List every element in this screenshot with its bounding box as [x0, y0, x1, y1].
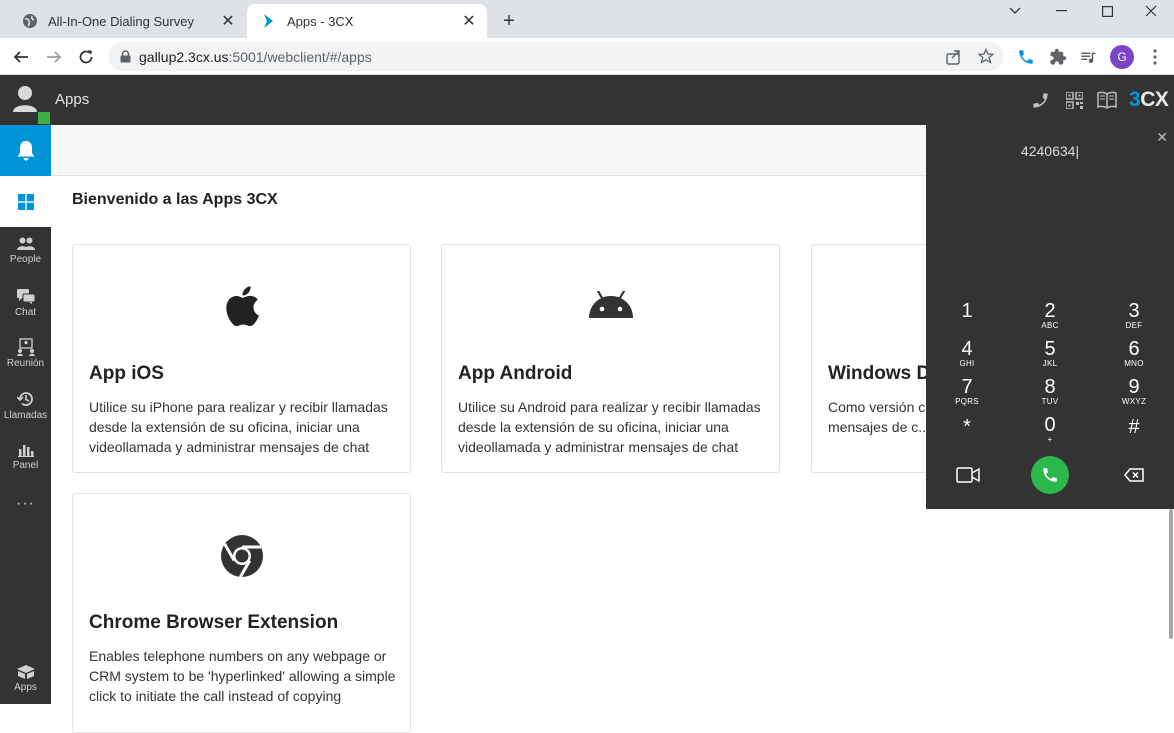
- call-button[interactable]: [1031, 456, 1069, 494]
- card-description: Enables telephone numbers on any webpage…: [89, 648, 396, 704]
- user-avatar[interactable]: [12, 84, 40, 119]
- sidebar: People Chat Reunión Llamadas Panel ··· A…: [0, 125, 51, 704]
- dial-key-7[interactable]: 7 PQRS: [937, 377, 997, 406]
- sidebar-item-label: Panel: [12, 460, 39, 471]
- dial-key-2[interactable]: 2 ABC: [1020, 301, 1080, 330]
- sidebar-item-llamadas[interactable]: Llamadas: [0, 390, 51, 421]
- bar-chart-icon: [17, 445, 34, 457]
- 3cx-phone-extension-icon[interactable]: [1015, 46, 1037, 68]
- apple-icon: [73, 285, 410, 327]
- globe-icon: [22, 13, 38, 29]
- dial-key-1[interactable]: 1: [937, 301, 997, 321]
- backspace-icon[interactable]: [1124, 468, 1144, 487]
- 3cx-logo: 3CX: [1129, 88, 1169, 111]
- welcome-heading: Bienvenido a las Apps 3CX: [72, 191, 278, 208]
- dial-key-9[interactable]: 9 WXYZ: [1104, 377, 1164, 406]
- more-options-icon[interactable]: ···: [0, 495, 51, 513]
- dial-key-6[interactable]: 6 MNO: [1104, 339, 1164, 368]
- windows-icon: [17, 193, 34, 210]
- notifications-button[interactable]: [0, 125, 51, 176]
- box-icon: [16, 665, 35, 679]
- sidebar-item-people[interactable]: People: [0, 237, 51, 265]
- 3cx-chevron-icon: [261, 13, 277, 29]
- tab-title: Apps - 3CX: [287, 13, 354, 29]
- android-icon: [442, 291, 779, 319]
- browser-menu-icon[interactable]: [1144, 46, 1166, 68]
- page-scrollbar[interactable]: [1169, 509, 1173, 639]
- page-title: Apps: [55, 91, 90, 108]
- sidebar-item-label: Apps: [14, 682, 37, 693]
- browser-toolbar: gallup2.3cx.us:5001/webclient/#/apps G: [0, 38, 1174, 75]
- app-card-chrome-extension[interactable]: Chrome Browser Extension Enables telepho…: [72, 493, 411, 733]
- dial-key-8[interactable]: 8 TUV: [1020, 377, 1080, 406]
- dial-key-0[interactable]: 0 +: [1020, 415, 1080, 444]
- lock-icon[interactable]: [120, 50, 131, 63]
- dial-key-star[interactable]: *: [937, 417, 997, 437]
- book-icon[interactable]: [1097, 91, 1117, 114]
- dial-key-5[interactable]: 5 JKL: [1020, 339, 1080, 368]
- extensions-puzzle-icon[interactable]: [1047, 46, 1069, 68]
- tab-search-icon[interactable]: [992, 0, 1038, 22]
- phone-icon: [1043, 468, 1057, 482]
- minimize-button[interactable]: [1038, 0, 1084, 22]
- chrome-icon: [73, 534, 410, 578]
- share-icon[interactable]: [946, 49, 962, 70]
- meeting-icon: [16, 338, 35, 356]
- close-tab-icon[interactable]: ✕: [459, 11, 479, 31]
- forward-arrow-icon[interactable]: [41, 44, 67, 70]
- app-card-ios[interactable]: App iOS Utilice su iPhone para realizar …: [72, 244, 411, 473]
- sidebar-item-label: People: [9, 254, 42, 265]
- app-card-android[interactable]: App Android Utilice su Android para real…: [441, 244, 780, 473]
- sidebar-item-label: Reunión: [6, 358, 45, 369]
- history-icon: [16, 392, 33, 406]
- phone-icon[interactable]: [1031, 91, 1050, 115]
- presence-status-indicator[interactable]: [38, 112, 50, 124]
- address-bar[interactable]: gallup2.3cx.us:5001/webclient/#/apps: [108, 42, 1004, 71]
- back-arrow-icon[interactable]: [8, 44, 34, 70]
- url-text: gallup2.3cx.us:5001/webclient/#/apps: [139, 48, 372, 65]
- close-tab-icon[interactable]: ✕: [218, 11, 238, 31]
- browser-tab-bar: All-In-One Dialing Survey ✕ Apps - 3CX ✕…: [0, 0, 1174, 38]
- sidebar-item-panel[interactable]: Panel: [0, 442, 51, 471]
- app-header: Apps 3CX: [0, 75, 1174, 125]
- new-tab-button[interactable]: +: [498, 10, 520, 32]
- close-window-button[interactable]: [1128, 0, 1174, 22]
- card-description: Utilice su Android para realizar y recib…: [458, 399, 761, 455]
- chat-icon: [16, 289, 35, 304]
- sidebar-item-label: Llamadas: [3, 410, 48, 421]
- dial-key-4[interactable]: 4 GHI: [937, 339, 997, 368]
- qr-code-icon[interactable]: [1065, 91, 1084, 114]
- bell-icon: [17, 140, 34, 160]
- sidebar-item-label: Chat: [14, 307, 37, 318]
- tab-title: All-In-One Dialing Survey: [48, 13, 194, 29]
- dial-number-input[interactable]: 4240634|: [926, 143, 1174, 159]
- sidebar-item-reunion[interactable]: Reunión: [0, 338, 51, 369]
- people-icon: [16, 237, 35, 250]
- card-description: Utilice su iPhone para realizar y recibi…: [89, 399, 388, 455]
- card-title: App iOS: [89, 363, 164, 384]
- dial-key-3[interactable]: 3 DEF: [1104, 301, 1164, 330]
- sidebar-item-chat[interactable]: Chat: [0, 289, 51, 318]
- sidebar-item-windows-apps[interactable]: [0, 176, 51, 227]
- profile-avatar[interactable]: G: [1110, 45, 1134, 69]
- card-title: App Android: [458, 363, 573, 384]
- dial-key-hash[interactable]: #: [1104, 417, 1164, 437]
- tab-apps-3cx[interactable]: Apps - 3CX ✕: [247, 4, 487, 38]
- media-playlist-icon[interactable]: [1077, 46, 1099, 68]
- tab-survey[interactable]: All-In-One Dialing Survey ✕: [8, 4, 246, 38]
- dialer-panel: ✕ 4240634| 1 2 ABC 3 DEF 4 GHI 5 JKL 6 MNO 7P…: [926, 125, 1174, 509]
- card-title: Chrome Browser Extension: [89, 612, 339, 633]
- sidebar-item-apps[interactable]: Apps: [0, 665, 51, 693]
- bookmark-star-icon[interactable]: [977, 47, 995, 69]
- reload-icon[interactable]: [73, 44, 99, 70]
- maximize-button[interactable]: [1084, 0, 1130, 22]
- video-call-icon[interactable]: [956, 467, 980, 488]
